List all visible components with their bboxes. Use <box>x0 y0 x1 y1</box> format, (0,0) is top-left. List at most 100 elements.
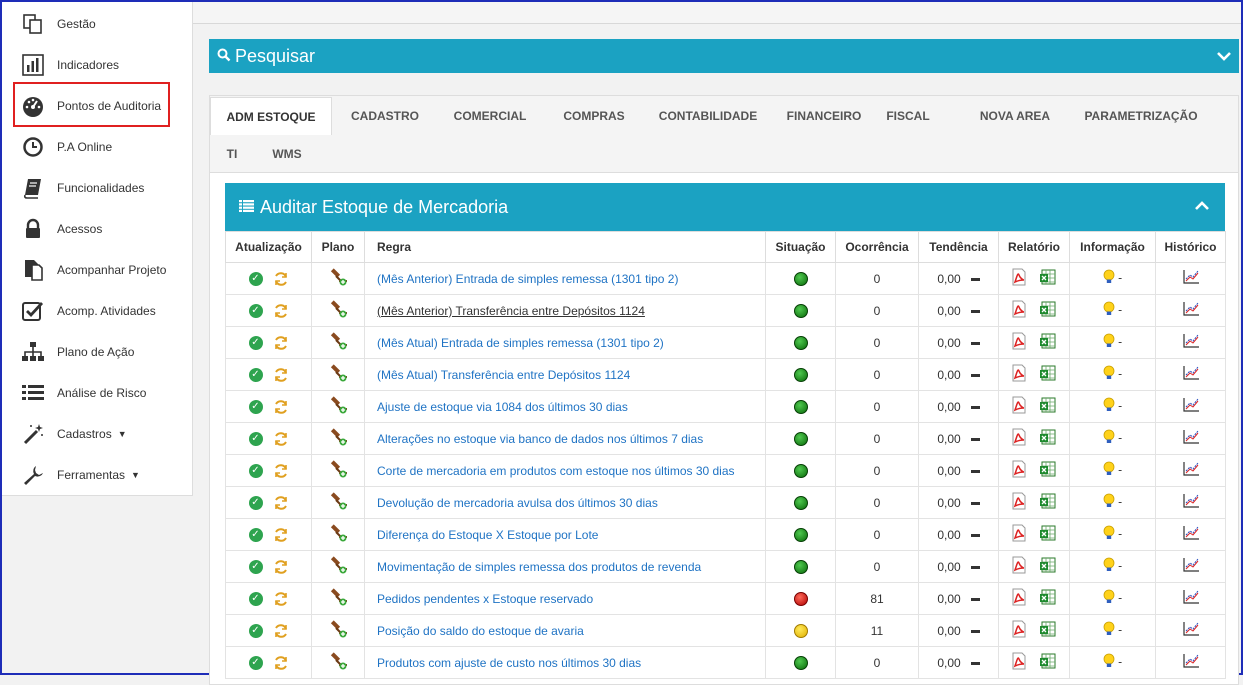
lightbulb-icon[interactable] <box>1103 589 1115 608</box>
rule-link[interactable]: Pedidos pendentes x Estoque reservado <box>364 582 766 615</box>
rule-link[interactable]: (Mês Atual) Entrada de simples remessa (… <box>364 326 766 359</box>
lightbulb-icon[interactable] <box>1103 397 1115 416</box>
lightbulb-icon[interactable] <box>1103 269 1115 288</box>
check-icon[interactable]: ✓ <box>248 367 263 382</box>
history-chart-icon[interactable] <box>1182 461 1200 480</box>
check-icon[interactable]: ✓ <box>248 463 263 478</box>
sidebar-item-acomp-atividades[interactable]: Acomp. Atividades <box>2 291 192 331</box>
sidebar-item-indicadores[interactable]: Indicadores <box>2 45 192 85</box>
history-chart-icon[interactable] <box>1182 621 1200 640</box>
rule-link[interactable]: Movimentação de simples remessa dos prod… <box>364 550 766 583</box>
excel-icon[interactable] <box>1039 652 1057 673</box>
lightbulb-icon[interactable] <box>1103 429 1115 448</box>
check-icon[interactable]: ✓ <box>248 559 263 574</box>
sidebar-item-cadastros[interactable]: Cadastros ▼ <box>2 414 192 454</box>
tab-cadastro[interactable]: CADASTRO <box>335 97 435 135</box>
gavel-add-icon[interactable] <box>329 556 347 577</box>
excel-icon[interactable] <box>1039 300 1057 321</box>
lightbulb-icon[interactable] <box>1103 333 1115 352</box>
lightbulb-icon[interactable] <box>1103 621 1115 640</box>
sidebar-item-plano-de-acao[interactable]: Plano de Ação <box>2 332 192 372</box>
rule-link[interactable]: (Mês Atual) Transferência entre Depósito… <box>364 358 766 391</box>
gavel-add-icon[interactable] <box>329 524 347 545</box>
pdf-icon[interactable] <box>1011 492 1027 513</box>
excel-icon[interactable] <box>1039 524 1057 545</box>
pdf-icon[interactable] <box>1011 300 1027 321</box>
refresh-icon[interactable] <box>273 399 289 415</box>
check-icon[interactable]: ✓ <box>248 623 263 638</box>
pdf-icon[interactable] <box>1011 364 1027 385</box>
check-icon[interactable]: ✓ <box>248 335 263 350</box>
rule-link[interactable]: Posição do saldo do estoque de avaria <box>364 614 766 647</box>
sidebar-item-analise-de-risco[interactable]: Análise de Risco <box>2 373 192 413</box>
history-chart-icon[interactable] <box>1182 429 1200 448</box>
history-chart-icon[interactable] <box>1182 493 1200 512</box>
gavel-add-icon[interactable] <box>329 492 347 513</box>
gavel-add-icon[interactable] <box>329 460 347 481</box>
refresh-icon[interactable] <box>273 463 289 479</box>
gavel-add-icon[interactable] <box>329 428 347 449</box>
excel-icon[interactable] <box>1039 332 1057 353</box>
refresh-icon[interactable] <box>273 271 289 287</box>
chevron-up-icon[interactable] <box>1195 200 1209 214</box>
rule-link[interactable]: (Mês Anterior) Transferência entre Depós… <box>364 294 766 327</box>
refresh-icon[interactable] <box>273 431 289 447</box>
history-chart-icon[interactable] <box>1182 269 1200 288</box>
tab-fiscal[interactable]: FISCAL <box>878 97 938 135</box>
history-chart-icon[interactable] <box>1182 301 1200 320</box>
refresh-icon[interactable] <box>273 495 289 511</box>
rule-link[interactable]: Produtos com ajuste de custo nos últimos… <box>364 646 766 679</box>
sidebar-item-gestao[interactable]: Gestão <box>2 4 192 44</box>
gavel-add-icon[interactable] <box>329 620 347 641</box>
sidebar-item-funcionalidades[interactable]: Funcionalidades <box>2 168 192 208</box>
check-icon[interactable]: ✓ <box>248 495 263 510</box>
history-chart-icon[interactable] <box>1182 365 1200 384</box>
sidebar-item-acompanhar-projeto[interactable]: Acompanhar Projeto <box>2 250 192 290</box>
tab-parametrizacao[interactable]: PARAMETRIZAÇÃO <box>1076 97 1206 135</box>
sidebar-item-ferramentas[interactable]: Ferramentas ▼ <box>2 455 192 495</box>
tab-comercial[interactable]: COMERCIAL <box>440 97 540 135</box>
tab-ti[interactable]: TI <box>210 135 254 173</box>
refresh-icon[interactable] <box>273 559 289 575</box>
check-icon[interactable]: ✓ <box>248 303 263 318</box>
gavel-add-icon[interactable] <box>329 300 347 321</box>
check-icon[interactable]: ✓ <box>248 591 263 606</box>
sidebar-item-pa-online[interactable]: P.A Online <box>2 127 192 167</box>
history-chart-icon[interactable] <box>1182 397 1200 416</box>
excel-icon[interactable] <box>1039 460 1057 481</box>
lightbulb-icon[interactable] <box>1103 525 1115 544</box>
lightbulb-icon[interactable] <box>1103 557 1115 576</box>
sidebar-item-pontos-de-auditoria[interactable]: Pontos de Auditoria <box>2 86 192 126</box>
rule-link[interactable]: (Mês Anterior) Entrada de simples remess… <box>364 262 766 295</box>
excel-icon[interactable] <box>1039 268 1057 289</box>
tab-financeiro[interactable]: FINANCEIRO <box>775 97 873 135</box>
history-chart-icon[interactable] <box>1182 589 1200 608</box>
gavel-add-icon[interactable] <box>329 364 347 385</box>
check-icon[interactable]: ✓ <box>248 399 263 414</box>
tab-contabilidade[interactable]: CONTABILIDADE <box>647 97 769 135</box>
rule-link[interactable]: Devolução de mercadoria avulsa dos últim… <box>364 486 766 519</box>
lightbulb-icon[interactable] <box>1103 493 1115 512</box>
gavel-add-icon[interactable] <box>329 332 347 353</box>
gavel-add-icon[interactable] <box>329 652 347 673</box>
section-header[interactable]: Auditar Estoque de Mercadoria <box>225 183 1225 231</box>
refresh-icon[interactable] <box>273 527 289 543</box>
tab-compras[interactable]: COMPRAS <box>545 97 643 135</box>
lightbulb-icon[interactable] <box>1103 461 1115 480</box>
refresh-icon[interactable] <box>273 623 289 639</box>
excel-icon[interactable] <box>1039 428 1057 449</box>
tab-adm-estoque[interactable]: ADM ESTOQUE <box>210 97 332 135</box>
history-chart-icon[interactable] <box>1182 333 1200 352</box>
pdf-icon[interactable] <box>1011 268 1027 289</box>
search-panel-header[interactable]: Pesquisar <box>209 39 1239 73</box>
pdf-icon[interactable] <box>1011 524 1027 545</box>
lightbulb-icon[interactable] <box>1103 365 1115 384</box>
gavel-add-icon[interactable] <box>329 268 347 289</box>
refresh-icon[interactable] <box>273 303 289 319</box>
check-icon[interactable]: ✓ <box>248 655 263 670</box>
refresh-icon[interactable] <box>273 655 289 671</box>
check-icon[interactable]: ✓ <box>248 271 263 286</box>
history-chart-icon[interactable] <box>1182 653 1200 672</box>
excel-icon[interactable] <box>1039 620 1057 641</box>
tab-wms[interactable]: WMS <box>258 135 316 173</box>
